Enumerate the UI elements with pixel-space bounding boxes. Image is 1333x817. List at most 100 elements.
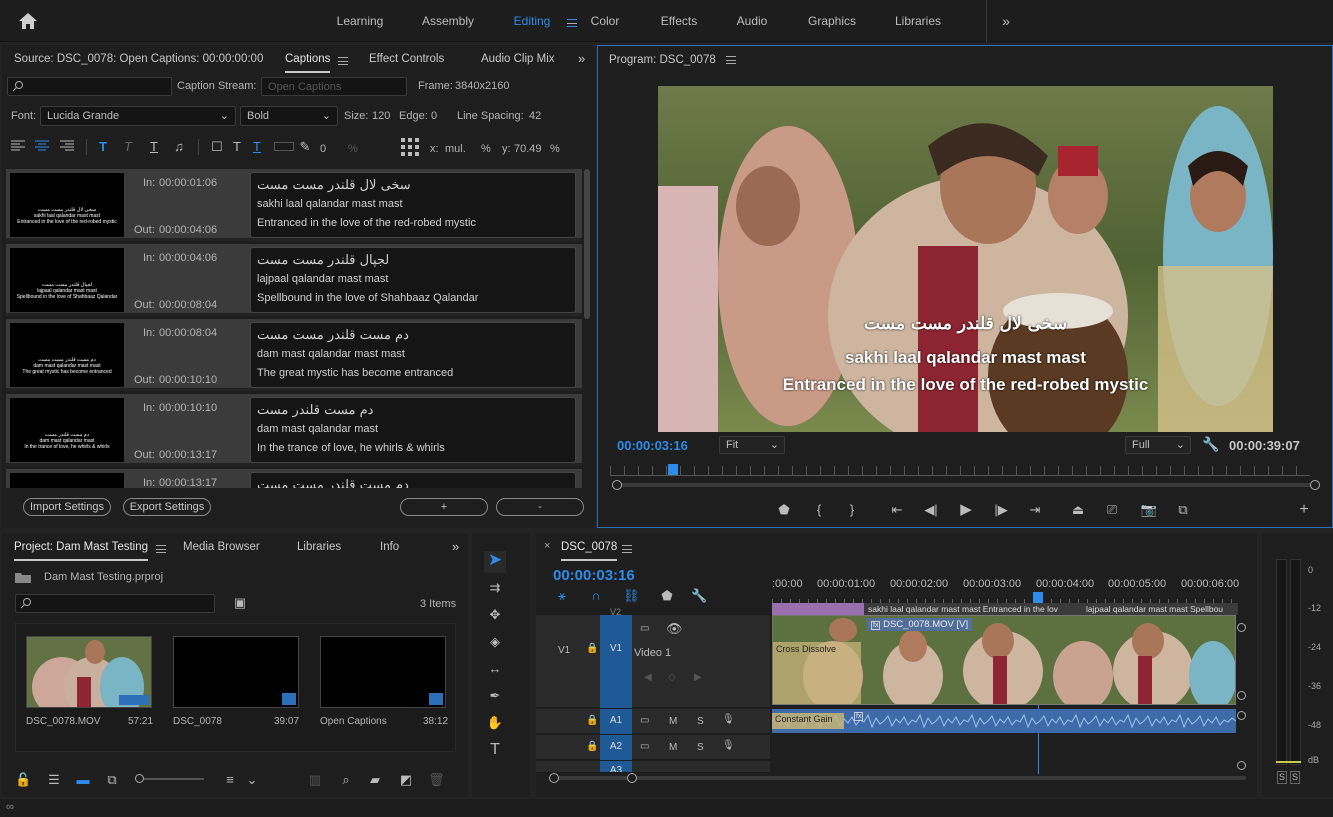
out-timecode[interactable]: 00:00:10:10 [159,374,217,386]
track-target-a1[interactable]: A1 [600,709,632,734]
lock-icon[interactable]: 🔒 [586,643,598,654]
workspace-tab-learning[interactable]: Learning [330,0,390,42]
zoom-fit-select[interactable]: Fit ⌄ [719,436,785,454]
go-to-out-icon[interactable]: ⇥ [1026,501,1044,519]
step-back-icon[interactable]: ◀| [922,501,940,519]
freeform-view-icon[interactable]: ⧉ [103,771,121,789]
eye-icon[interactable]: 👁 [666,621,683,637]
track-select-tool-icon[interactable]: ⇉ [484,579,506,597]
wrench-icon[interactable]: 🔧 [1202,436,1219,453]
timeline-ruler[interactable]: :00:00 00:00:01:00 00:00:02:00 00:00:03:… [772,578,1239,606]
workspace-menu-icon[interactable] [561,17,577,29]
media-thumbnail-open-captions[interactable] [320,636,446,708]
microphone-icon[interactable]: 🎙 [722,714,735,725]
align-left-icon[interactable] [10,139,26,157]
home-icon[interactable] [18,12,38,30]
program-zoom-bar[interactable] [613,483,1317,487]
panel-overflow-icon[interactable]: » [452,533,459,561]
color-swatch[interactable] [274,142,294,151]
out-timecode[interactable]: 00:00:13:17 [159,449,217,461]
program-scrub-ruler[interactable] [610,466,1310,476]
in-timecode[interactable]: 00:00:01:06 [159,177,217,189]
pen-tool-icon[interactable]: ✒ [484,687,506,705]
position-grid-icon[interactable] [400,137,420,157]
close-icon[interactable]: × [544,540,550,552]
thumbnail-size-slider[interactable] [138,778,204,780]
tab-audio-clip-mixer[interactable]: Audio Clip Mix [481,45,557,73]
zoom-handle-left[interactable] [612,480,622,490]
solo-button[interactable]: S [697,742,704,753]
caption-text-box[interactable]: دم مست قلندر مست dam mast qalandar mast … [250,397,576,463]
track-scroll-handle[interactable] [1237,711,1246,720]
workspace-tab-libraries[interactable]: Libraries [890,0,946,42]
underline-icon[interactable]: T [147,138,161,156]
microphone-icon[interactable]: 🎙 [722,740,735,751]
caption-row[interactable]: In: 00:00:13:17 دم مست قلندر مست مست [6,469,582,488]
prev-keyframe-icon[interactable]: ◀ [644,672,652,683]
find-icon[interactable]: ⌕ [338,771,354,789]
tab-captions[interactable]: Captions [285,45,331,73]
mark-out-icon[interactable]: } [844,501,860,519]
razor-tool-icon[interactable]: ◈ [484,633,506,651]
solo-button[interactable]: S [697,716,704,727]
export-settings-button[interactable]: Export Settings [123,498,211,516]
size-value[interactable]: 120 [372,110,390,122]
zoom-handle-right[interactable] [1310,480,1320,490]
tab-info[interactable]: Info [380,533,399,561]
linked-selection-icon[interactable]: ⛓ [623,587,640,605]
track-target-v1[interactable]: V1 [600,615,632,708]
caption-row[interactable]: دم مست قلندر مست dam mast qalandar mast In… [6,394,582,466]
sync-lock-icon[interactable]: ▭ [640,623,649,634]
program-timecode[interactable]: 00:00:03:16 [617,438,688,453]
program-video-frame[interactable]: سخی لال قلندر مست مست sakhi laal qalanda… [658,86,1273,432]
in-timecode[interactable]: 00:00:08:04 [159,327,217,339]
program-panel-title[interactable]: Program: DSC_0078 [609,46,736,74]
trash-icon[interactable]: 🗑 [428,771,445,789]
caption-track-clip[interactable]: sakhi laal qalandar mast mast Entranced … [772,603,1238,615]
panel-overflow-icon[interactable]: » [578,45,585,73]
nest-toggle-icon[interactable]: ⚹ [554,587,570,605]
lift-icon[interactable]: ⏏ [1069,501,1087,519]
slip-tool-icon[interactable]: ↔ [484,660,506,678]
track-scroll-handle[interactable] [1237,623,1246,632]
button-editor-plus-icon[interactable]: + [1295,501,1313,519]
sync-lock-icon[interactable]: ▭ [640,715,649,726]
caption-stream-select[interactable]: Open Captions [261,77,407,96]
track-target-a3[interactable]: A3 [600,761,632,772]
italic-icon[interactable]: T [121,138,135,156]
selection-tool-icon[interactable]: ➤ [484,551,506,573]
font-family-select[interactable]: Lucida Grande ⌄ [40,106,236,126]
tab-project[interactable]: Project: Dam Mast Testing [14,533,149,561]
hand-tool-icon[interactable]: ✋ [484,714,506,732]
ripple-edit-tool-icon[interactable]: ✥ [484,606,506,624]
constant-gain-transition[interactable]: Constant Gain [772,713,844,729]
track-label-source[interactable]: V1 [558,645,570,656]
opacity-value[interactable]: 0 [320,143,326,155]
workspace-tab-graphics[interactable]: Graphics [804,0,860,42]
align-right-icon[interactable] [59,139,75,157]
font-style-select[interactable]: Bold ⌄ [240,106,338,126]
timeline-zoom-bar[interactable] [556,776,1246,780]
program-menu-icon[interactable] [725,55,736,64]
out-timecode[interactable]: 00:00:04:06 [159,224,217,236]
chevron-down-icon[interactable]: ⌄ [246,771,258,789]
eyedropper-icon[interactable]: ✎ [298,138,312,156]
list-view-icon[interactable]: ☰ [46,771,62,789]
next-keyframe-icon[interactable]: ▶ [694,672,702,683]
new-bin-icon[interactable]: ▰ [367,771,383,789]
extract-icon[interactable]: ⎚ [1103,501,1121,519]
in-timecode[interactable]: 00:00:04:06 [159,252,217,264]
y-value[interactable]: 70.49 [514,143,542,155]
mark-in-icon[interactable]: { [811,501,827,519]
add-caption-button[interactable]: + [400,498,488,516]
edge-color-icon[interactable]: T [250,138,264,156]
caption-row[interactable]: دم مست قلندر مست مست dam mast qalandar ma… [6,319,582,391]
slider-handle[interactable] [135,774,144,783]
edge-value[interactable]: 0 [431,110,437,122]
tab-media-browser[interactable]: Media Browser [183,533,260,561]
cross-dissolve-transition[interactable]: Cross Dissolve [773,642,861,704]
caption-text-box[interactable]: سخی لال قلندر مست مست sakhi laal qalanda… [250,172,576,238]
step-forward-icon[interactable]: |▶ [992,501,1010,519]
bold-icon[interactable]: T [96,138,110,156]
caption-text-box[interactable]: دم مست قلندر مست مست dam mast qalandar m… [250,322,576,388]
